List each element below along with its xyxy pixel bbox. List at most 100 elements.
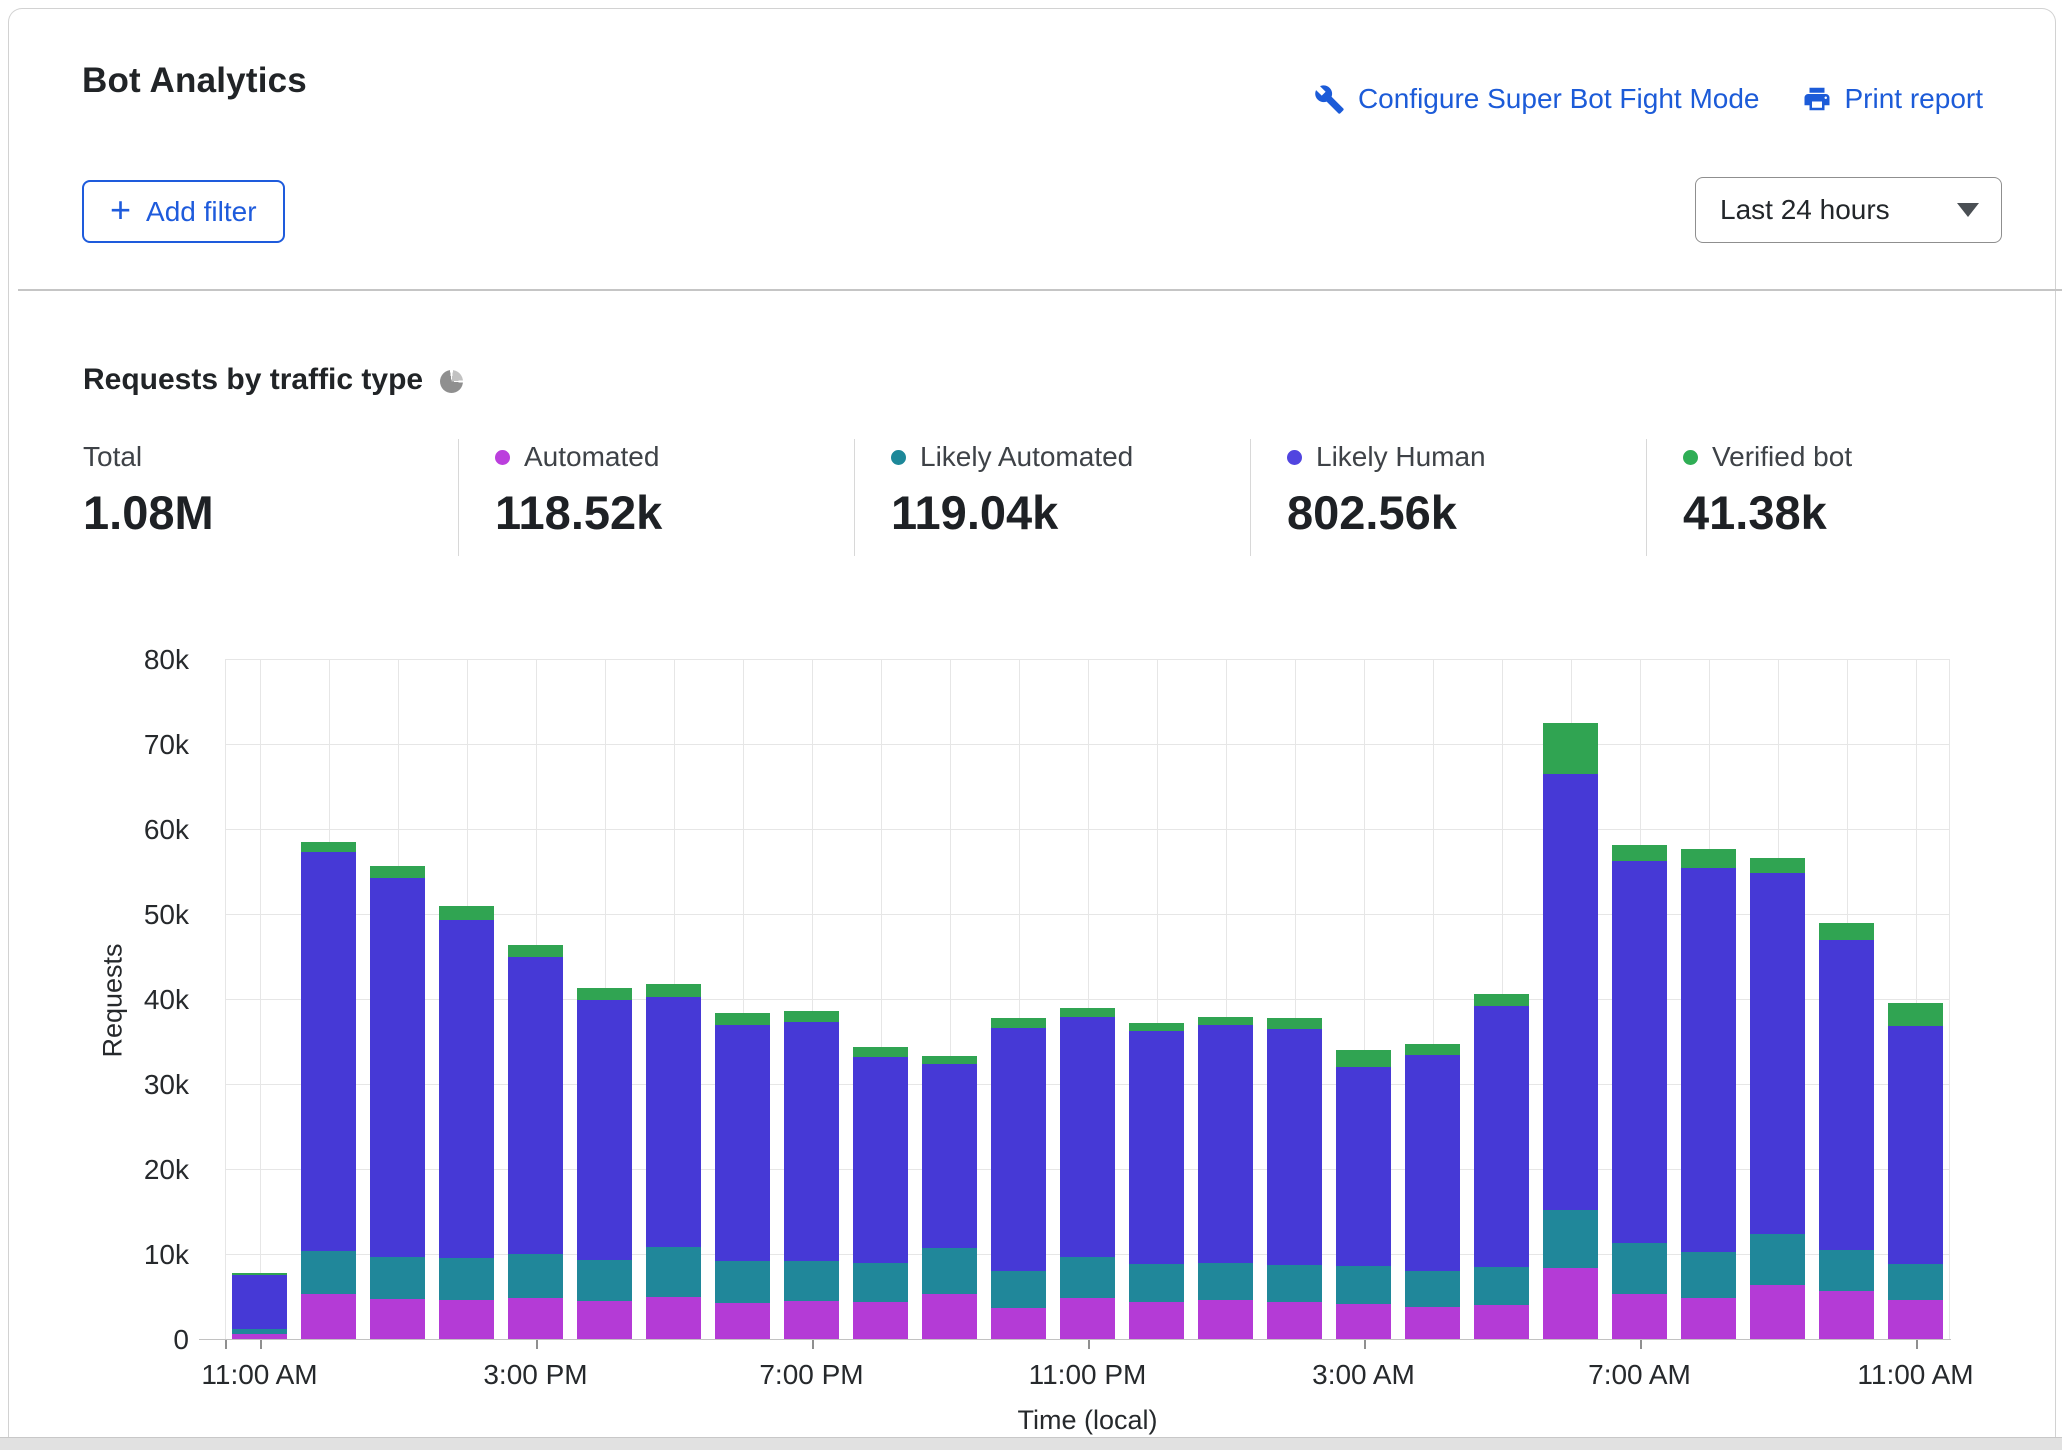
bar-segment[interactable] xyxy=(646,997,701,1247)
bar-segment[interactable] xyxy=(715,1303,770,1339)
bar-segment[interactable] xyxy=(577,1000,632,1260)
configure-super-bot-fight-mode-link[interactable]: Configure Super Bot Fight Mode xyxy=(1314,83,1760,115)
bar-segment[interactable] xyxy=(1336,1266,1391,1304)
bar-segment[interactable] xyxy=(232,1329,287,1334)
bar-segment[interactable] xyxy=(784,1301,839,1339)
bar-segment[interactable] xyxy=(508,957,563,1255)
bar-segment[interactable] xyxy=(1681,1298,1736,1339)
bar-segment[interactable] xyxy=(1405,1055,1460,1271)
bar-segment[interactable] xyxy=(853,1263,908,1303)
bar-segment[interactable] xyxy=(1612,1243,1667,1294)
bar-segment[interactable] xyxy=(1819,923,1874,940)
bar-segment[interactable] xyxy=(991,1028,1046,1271)
bar-segment[interactable] xyxy=(370,878,425,1256)
bar-segment[interactable] xyxy=(439,1300,494,1339)
bar-segment[interactable] xyxy=(1750,1285,1805,1339)
bar-segment[interactable] xyxy=(1198,1263,1253,1300)
bar-segment[interactable] xyxy=(1819,940,1874,1250)
bar-segment[interactable] xyxy=(1405,1044,1460,1055)
bar-segment[interactable] xyxy=(1612,1294,1667,1339)
bar-segment[interactable] xyxy=(232,1273,287,1276)
bar-segment[interactable] xyxy=(922,1064,977,1248)
bar-segment[interactable] xyxy=(646,1247,701,1297)
bar-segment[interactable] xyxy=(1336,1304,1391,1339)
bar-segment[interactable] xyxy=(1474,994,1529,1006)
bar-segment[interactable] xyxy=(1543,723,1598,774)
bar-segment[interactable] xyxy=(1750,873,1805,1234)
bar-segment[interactable] xyxy=(991,1308,1046,1339)
bar-segment[interactable] xyxy=(1819,1291,1874,1339)
bar-segment[interactable] xyxy=(784,1261,839,1301)
bar-segment[interactable] xyxy=(1198,1017,1253,1025)
bar-segment[interactable] xyxy=(1888,1264,1943,1300)
bar-segment[interactable] xyxy=(1336,1050,1391,1067)
bar-segment[interactable] xyxy=(1543,1268,1598,1339)
bar-segment[interactable] xyxy=(1198,1300,1253,1339)
bar-segment[interactable] xyxy=(301,1251,356,1294)
bar-segment[interactable] xyxy=(922,1294,977,1339)
bar-segment[interactable] xyxy=(1474,1006,1529,1267)
bar-segment[interactable] xyxy=(1060,1257,1115,1299)
bar-segment[interactable] xyxy=(1267,1302,1322,1339)
bar-segment[interactable] xyxy=(370,1257,425,1300)
bar-segment[interactable] xyxy=(1543,1210,1598,1269)
bar-segment[interactable] xyxy=(715,1261,770,1304)
bar-segment[interactable] xyxy=(1267,1018,1322,1029)
bar-segment[interactable] xyxy=(1681,1252,1736,1298)
bar-segment[interactable] xyxy=(370,866,425,879)
bar-segment[interactable] xyxy=(439,1258,494,1300)
bar-segment[interactable] xyxy=(508,945,563,957)
bar-segment[interactable] xyxy=(577,1260,632,1301)
print-report-link[interactable]: Print report xyxy=(1802,83,1984,115)
bar-segment[interactable] xyxy=(1129,1264,1184,1301)
bar-segment[interactable] xyxy=(1681,849,1736,869)
bar-segment[interactable] xyxy=(1888,1026,1943,1264)
bar-segment[interactable] xyxy=(1198,1025,1253,1264)
bar-segment[interactable] xyxy=(439,906,494,920)
bar-segment[interactable] xyxy=(1405,1271,1460,1307)
bar-segment[interactable] xyxy=(853,1057,908,1263)
bar-segment[interactable] xyxy=(439,920,494,1258)
bar-segment[interactable] xyxy=(1474,1305,1529,1339)
bar-segment[interactable] xyxy=(853,1047,908,1056)
bar-segment[interactable] xyxy=(508,1254,563,1298)
bar-segment[interactable] xyxy=(301,1294,356,1339)
bar-segment[interactable] xyxy=(715,1025,770,1260)
bar-segment[interactable] xyxy=(301,842,356,852)
bar-segment[interactable] xyxy=(1681,868,1736,1252)
bar-segment[interactable] xyxy=(1129,1302,1184,1339)
bar-segment[interactable] xyxy=(1819,1250,1874,1291)
bar-segment[interactable] xyxy=(1612,861,1667,1243)
bar-segment[interactable] xyxy=(922,1056,977,1064)
bar-segment[interactable] xyxy=(1267,1265,1322,1302)
bar-segment[interactable] xyxy=(577,988,632,1000)
bar-segment[interactable] xyxy=(1543,774,1598,1210)
bar-segment[interactable] xyxy=(784,1011,839,1022)
bar-segment[interactable] xyxy=(784,1022,839,1261)
bar-segment[interactable] xyxy=(1474,1267,1529,1305)
bar-segment[interactable] xyxy=(1750,1234,1805,1285)
bar-segment[interactable] xyxy=(1060,1017,1115,1257)
bar-segment[interactable] xyxy=(715,1013,770,1025)
bar-segment[interactable] xyxy=(1129,1031,1184,1264)
bar-segment[interactable] xyxy=(1336,1067,1391,1266)
bar-segment[interactable] xyxy=(1750,858,1805,873)
bar-segment[interactable] xyxy=(1888,1003,1943,1026)
bar-segment[interactable] xyxy=(1612,845,1667,861)
bar-segment[interactable] xyxy=(577,1301,632,1339)
bar-segment[interactable] xyxy=(991,1271,1046,1308)
bar-segment[interactable] xyxy=(508,1298,563,1339)
bar-segment[interactable] xyxy=(1267,1029,1322,1265)
bar-segment[interactable] xyxy=(370,1299,425,1339)
bar-segment[interactable] xyxy=(1405,1307,1460,1339)
bar-segment[interactable] xyxy=(1060,1008,1115,1017)
add-filter-button[interactable]: + Add filter xyxy=(82,180,285,243)
bar-segment[interactable] xyxy=(853,1302,908,1339)
bar-segment[interactable] xyxy=(991,1018,1046,1028)
bar-segment[interactable] xyxy=(232,1275,287,1329)
bar-segment[interactable] xyxy=(1888,1300,1943,1339)
bar-segment[interactable] xyxy=(646,984,701,998)
bar-segment[interactable] xyxy=(301,852,356,1251)
bar-segment[interactable] xyxy=(1060,1298,1115,1339)
bar-segment[interactable] xyxy=(1129,1023,1184,1032)
